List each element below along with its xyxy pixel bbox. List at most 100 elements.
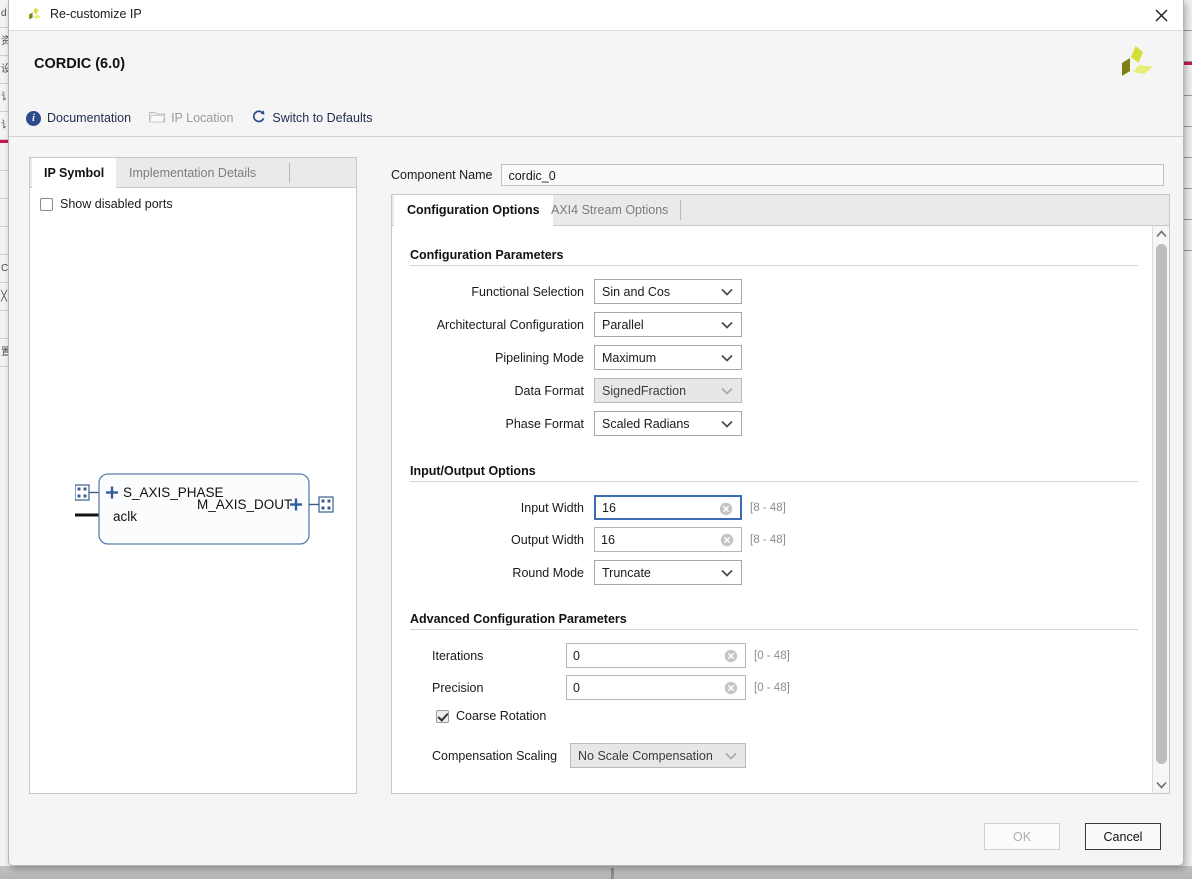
field-output-width-label: Output Width <box>511 532 584 547</box>
field-input-width: Input Width 16 [8 - 48] <box>432 495 786 520</box>
phase-format-value: Scaled Radians <box>602 416 690 431</box>
pipelining-mode-dropdown[interactable]: Maximum <box>594 345 742 370</box>
output-width-value: 16 <box>601 532 615 547</box>
checkbox-box <box>40 197 53 211</box>
field-input-width-label: Input Width <box>520 500 584 515</box>
output-width-input[interactable]: 16 <box>594 527 742 552</box>
tab-axi4-stream-options-label: AXI4 Stream Options <box>551 203 669 217</box>
section-configuration-parameters-title: Configuration Parameters <box>410 248 564 262</box>
data-format-dropdown: SignedFraction <box>594 378 742 403</box>
data-format-value: SignedFraction <box>602 383 687 398</box>
info-icon: i <box>26 110 41 126</box>
field-precision: Precision 0 [0 - 48] <box>432 675 790 700</box>
dialog-title: Re-customize IP <box>50 7 142 21</box>
config-vertical-scrollbar[interactable] <box>1152 226 1169 793</box>
xilinx-logo-icon <box>26 6 44 24</box>
round-mode-value: Truncate <box>602 565 651 580</box>
phase-format-dropdown[interactable]: Scaled Radians <box>594 411 742 436</box>
field-precision-label: Precision <box>432 680 484 695</box>
config-tabstrip: Configuration Options AXI4 Stream Option… <box>392 195 1169 226</box>
taskbar <box>0 866 1192 879</box>
config-tabstrip-separator <box>680 200 681 220</box>
precision-value: 0 <box>573 680 580 695</box>
tabstrip-separator <box>289 163 290 183</box>
input-width-value: 16 <box>602 500 616 515</box>
ip-location-link[interactable]: IP Location <box>148 110 234 126</box>
field-phase-format: Phase Format Scaled Radians <box>432 411 742 436</box>
field-pipelining-mode-label: Pipelining Mode <box>495 350 584 365</box>
compensation-scaling-value: No Scale Compensation <box>578 748 713 763</box>
documentation-link[interactable]: i Documentation <box>26 110 132 126</box>
input-width-range: [8 - 48] <box>750 501 786 514</box>
tab-axi4-stream-options[interactable]: AXI4 Stream Options <box>538 195 681 226</box>
architectural-configuration-dropdown[interactable]: Parallel <box>594 312 742 337</box>
component-name-label: Component Name <box>391 168 493 182</box>
xilinx-brand-logo-icon <box>1113 41 1157 85</box>
scrollbar-up-arrow-icon[interactable] <box>1153 226 1169 242</box>
field-iterations: Iterations 0 [0 - 48] <box>432 643 790 668</box>
chevron-down-icon <box>721 319 733 333</box>
chevron-down-icon <box>721 352 733 366</box>
iterations-input[interactable]: 0 <box>566 643 746 668</box>
coarse-rotation-checkbox[interactable]: Coarse Rotation <box>436 709 546 723</box>
section-configuration-parameters: Configuration Parameters <box>410 248 1138 266</box>
configuration-tab-container: Configuration Options AXI4 Stream Option… <box>391 194 1170 794</box>
documentation-link-label: Documentation <box>47 111 132 125</box>
iterations-value: 0 <box>573 648 580 663</box>
ok-button[interactable]: OK <box>984 823 1060 850</box>
dialog-titlebar: Re-customize IP <box>9 0 1183 31</box>
compensation-scaling-dropdown: No Scale Compensation <box>570 743 746 768</box>
ip-location-link-label: IP Location <box>171 111 234 125</box>
tab-implementation-details[interactable]: Implementation Details <box>117 158 268 188</box>
clear-field-icon[interactable] <box>720 533 734 547</box>
close-icon[interactable] <box>1139 0 1183 30</box>
show-disabled-ports-label: Show disabled ports <box>60 197 173 211</box>
clear-field-icon[interactable] <box>724 681 738 695</box>
svg-text:M_AXIS_DOUT: M_AXIS_DOUT <box>197 497 292 512</box>
field-data-format: Data Format SignedFraction <box>432 378 742 403</box>
tab-ip-symbol[interactable]: IP Symbol <box>32 158 117 188</box>
taskbar-divider <box>611 868 614 879</box>
screen-root: d 资 设 讠 讠 Cs ╳ 置 E ⌗ <box>0 0 1192 879</box>
clear-field-icon[interactable] <box>724 649 738 663</box>
tab-configuration-options[interactable]: Configuration Options <box>394 195 553 226</box>
field-architectural-configuration: Architectural Configuration Parallel <box>432 312 742 337</box>
tab-implementation-details-label: Implementation Details <box>129 166 257 180</box>
field-round-mode-label: Round Mode <box>512 565 584 580</box>
section-divider <box>410 481 1138 482</box>
clear-field-icon[interactable] <box>719 502 733 516</box>
scrollbar-down-arrow-icon[interactable] <box>1153 777 1169 793</box>
precision-input[interactable]: 0 <box>566 675 746 700</box>
switch-to-defaults-link[interactable]: Switch to Defaults <box>251 109 372 127</box>
switch-to-defaults-link-label: Switch to Defaults <box>272 111 373 125</box>
input-width-input[interactable]: 16 <box>594 495 742 520</box>
functional-selection-dropdown[interactable]: Sin and Cos <box>594 279 742 304</box>
section-advanced-configuration-parameters: Advanced Configuration Parameters <box>410 612 1138 630</box>
iterations-range: [0 - 48] <box>754 649 790 662</box>
field-architectural-configuration-label: Architectural Configuration <box>436 317 584 332</box>
scrollbar-thumb[interactable] <box>1156 244 1167 764</box>
pipelining-mode-value: Maximum <box>602 350 657 365</box>
right-bus-connector <box>318 496 334 513</box>
checkbox-box <box>436 709 449 723</box>
round-mode-dropdown[interactable]: Truncate <box>594 560 742 585</box>
header-links: i Documentation IP Location Switch to De… <box>26 107 390 129</box>
ip-symbol-panel: IP Symbol Implementation Details Show di… <box>29 157 357 794</box>
configuration-options-body: Configuration Parameters Functional Sele… <box>392 226 1152 793</box>
section-advanced-configuration-parameters-title: Advanced Configuration Parameters <box>410 612 627 626</box>
component-name-input[interactable]: cordic_0 <box>501 164 1165 186</box>
cancel-button[interactable]: Cancel <box>1085 823 1161 850</box>
component-name-row: Component Name cordic_0 <box>391 163 1165 187</box>
section-divider <box>410 265 1138 266</box>
chevron-down-icon <box>721 286 733 300</box>
chevron-down-icon <box>721 567 733 581</box>
section-input-output-options: Input/Output Options <box>410 464 1138 482</box>
recustomize-ip-dialog: Re-customize IP CORDIC (6.0) i Documenta… <box>8 0 1184 866</box>
coarse-rotation-label: Coarse Rotation <box>456 709 547 723</box>
cancel-button-label: Cancel <box>1103 829 1143 844</box>
configuration-panel: Component Name cordic_0 Configuration Op… <box>391 160 1173 794</box>
field-iterations-label: Iterations <box>432 648 484 663</box>
functional-selection-value: Sin and Cos <box>602 284 671 299</box>
show-disabled-ports-checkbox[interactable]: Show disabled ports <box>40 197 173 211</box>
chevron-down-icon <box>721 418 733 432</box>
